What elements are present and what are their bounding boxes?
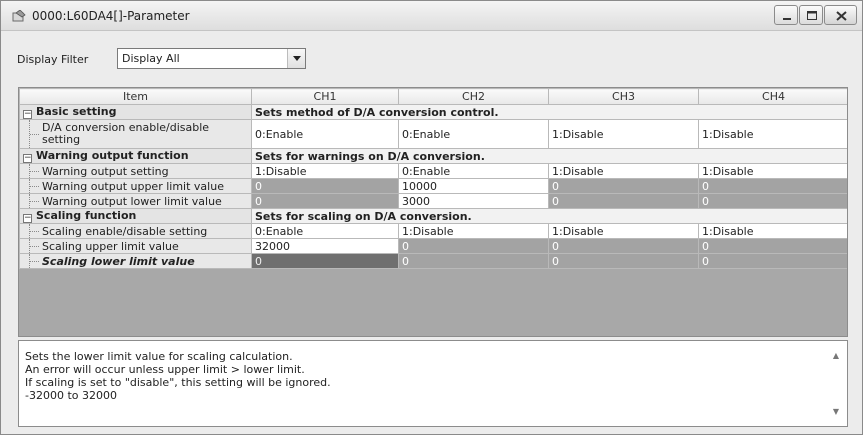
cell-ch4[interactable]: 0 [698, 193, 847, 209]
group-row-scaling-function[interactable]: − Scaling function Sets for scaling on D/… [19, 208, 847, 224]
maximize-button[interactable] [799, 5, 823, 25]
group-description: Sets for warnings on D/A conversion. [251, 148, 847, 164]
window-title: 0000:L60DA4[]-Parameter [32, 9, 190, 23]
row-label: Warning output setting [19, 163, 252, 179]
description-line: Sets the lower limit value for scaling c… [25, 350, 293, 363]
cell-ch1[interactable]: 32000 [251, 238, 399, 254]
row-label: Scaling upper limit value [19, 238, 252, 254]
group-label[interactable]: − Scaling function [19, 208, 252, 224]
dropdown-button[interactable] [287, 49, 305, 68]
row-label: D/A conversion enable/disable setting [19, 119, 252, 149]
column-header-item: Item [19, 88, 252, 105]
cell-ch3[interactable]: 0 [548, 178, 699, 194]
cell-ch3[interactable]: 1:Disable [548, 223, 699, 239]
group-description: Sets for scaling on D/A conversion. [251, 208, 847, 224]
cell-ch1[interactable]: 0 [251, 178, 399, 194]
grid-header-row: Item CH1 CH2 CH3 CH4 [19, 88, 847, 105]
cell-ch2[interactable]: 0 [398, 238, 549, 254]
table-row: Scaling upper limit value 32000 0 0 0 [19, 238, 847, 254]
row-label: Scaling enable/disable setting [19, 223, 252, 239]
group-row-warning-output[interactable]: − Warning output function Sets for warnin… [19, 148, 847, 164]
maximize-icon [807, 11, 817, 20]
title-bar[interactable]: 0000:L60DA4[]-Parameter [1, 1, 862, 31]
cell-ch2[interactable]: 0 [398, 253, 549, 269]
collapse-minus-icon[interactable]: − [23, 154, 32, 163]
collapse-minus-icon[interactable]: − [23, 214, 32, 223]
scroll-up-icon[interactable]: ▲ [833, 351, 839, 360]
cell-ch2[interactable]: 1:Disable [398, 223, 549, 239]
display-filter-select[interactable]: Display All [117, 48, 306, 69]
cell-ch1[interactable]: 1:Disable [251, 163, 399, 179]
minimize-button[interactable] [774, 5, 798, 25]
row-label: Warning output upper limit value [19, 178, 252, 194]
column-header-ch3: CH3 [548, 88, 699, 105]
column-header-ch1: CH1 [251, 88, 399, 105]
cell-ch2[interactable]: 10000 [398, 178, 549, 194]
group-description: Sets method of D/A conversion control. [251, 104, 847, 120]
cell-ch1[interactable]: 0:Enable [251, 223, 399, 239]
cell-ch3[interactable]: 0 [548, 238, 699, 254]
table-row: Warning output lower limit value 0 3000 … [19, 193, 847, 209]
cell-ch1[interactable]: 0 [251, 253, 399, 269]
cell-ch2[interactable]: 0:Enable [398, 119, 549, 149]
cell-ch3[interactable]: 0 [548, 193, 699, 209]
scroll-down-icon[interactable]: ▼ [833, 407, 839, 416]
group-row-basic-setting[interactable]: − Basic setting Sets method of D/A conver… [19, 104, 847, 120]
cell-ch4[interactable]: 0 [698, 178, 847, 194]
display-filter-label: Display Filter [17, 53, 89, 66]
parameter-icon [12, 10, 26, 22]
cell-ch3[interactable]: 0 [548, 253, 699, 269]
column-header-ch4: CH4 [698, 88, 847, 105]
cell-ch1[interactable]: 0 [251, 193, 399, 209]
table-row-selected: Scaling lower limit value 0 0 0 0 [19, 253, 847, 269]
cell-ch4[interactable]: 1:Disable [698, 223, 847, 239]
description-line: If scaling is set to "disable", this set… [25, 376, 331, 389]
cell-ch3[interactable]: 1:Disable [548, 119, 699, 149]
group-label[interactable]: − Basic setting [19, 104, 252, 120]
cell-ch4[interactable]: 0 [698, 253, 847, 269]
table-row: Warning output upper limit value 0 10000… [19, 178, 847, 194]
chevron-down-icon [293, 56, 301, 61]
table-row: Scaling enable/disable setting 0:Enable … [19, 223, 847, 239]
table-row: D/A conversion enable/disable setting 0:… [19, 119, 847, 149]
minimize-icon [783, 18, 791, 20]
cell-ch1[interactable]: 0:Enable [251, 119, 399, 149]
collapse-minus-icon[interactable]: − [23, 110, 32, 119]
close-button[interactable] [824, 5, 857, 25]
cell-ch2[interactable]: 0:Enable [398, 163, 549, 179]
description-panel: Sets the lower limit value for scaling c… [18, 340, 848, 427]
table-row: Warning output setting 1:Disable 0:Enabl… [19, 163, 847, 179]
group-label[interactable]: − Warning output function [19, 148, 252, 164]
description-line: -32000 to 32000 [25, 389, 117, 402]
row-label: Scaling lower limit value [19, 253, 252, 269]
parameter-window: 0000:L60DA4[]-Parameter Display Filter D… [0, 0, 863, 435]
column-header-ch2: CH2 [398, 88, 549, 105]
display-filter-value: Display All [122, 52, 180, 65]
row-label: Warning output lower limit value [19, 193, 252, 209]
cell-ch4[interactable]: 1:Disable [698, 163, 847, 179]
cell-ch3[interactable]: 1:Disable [548, 163, 699, 179]
cell-ch4[interactable]: 1:Disable [698, 119, 847, 149]
parameter-grid: Item CH1 CH2 CH3 CH4 − Basic setting Sets… [18, 87, 848, 337]
cell-ch4[interactable]: 0 [698, 238, 847, 254]
description-line: An error will occur unless upper limit >… [25, 363, 305, 376]
close-icon [836, 11, 847, 21]
cell-ch2[interactable]: 3000 [398, 193, 549, 209]
